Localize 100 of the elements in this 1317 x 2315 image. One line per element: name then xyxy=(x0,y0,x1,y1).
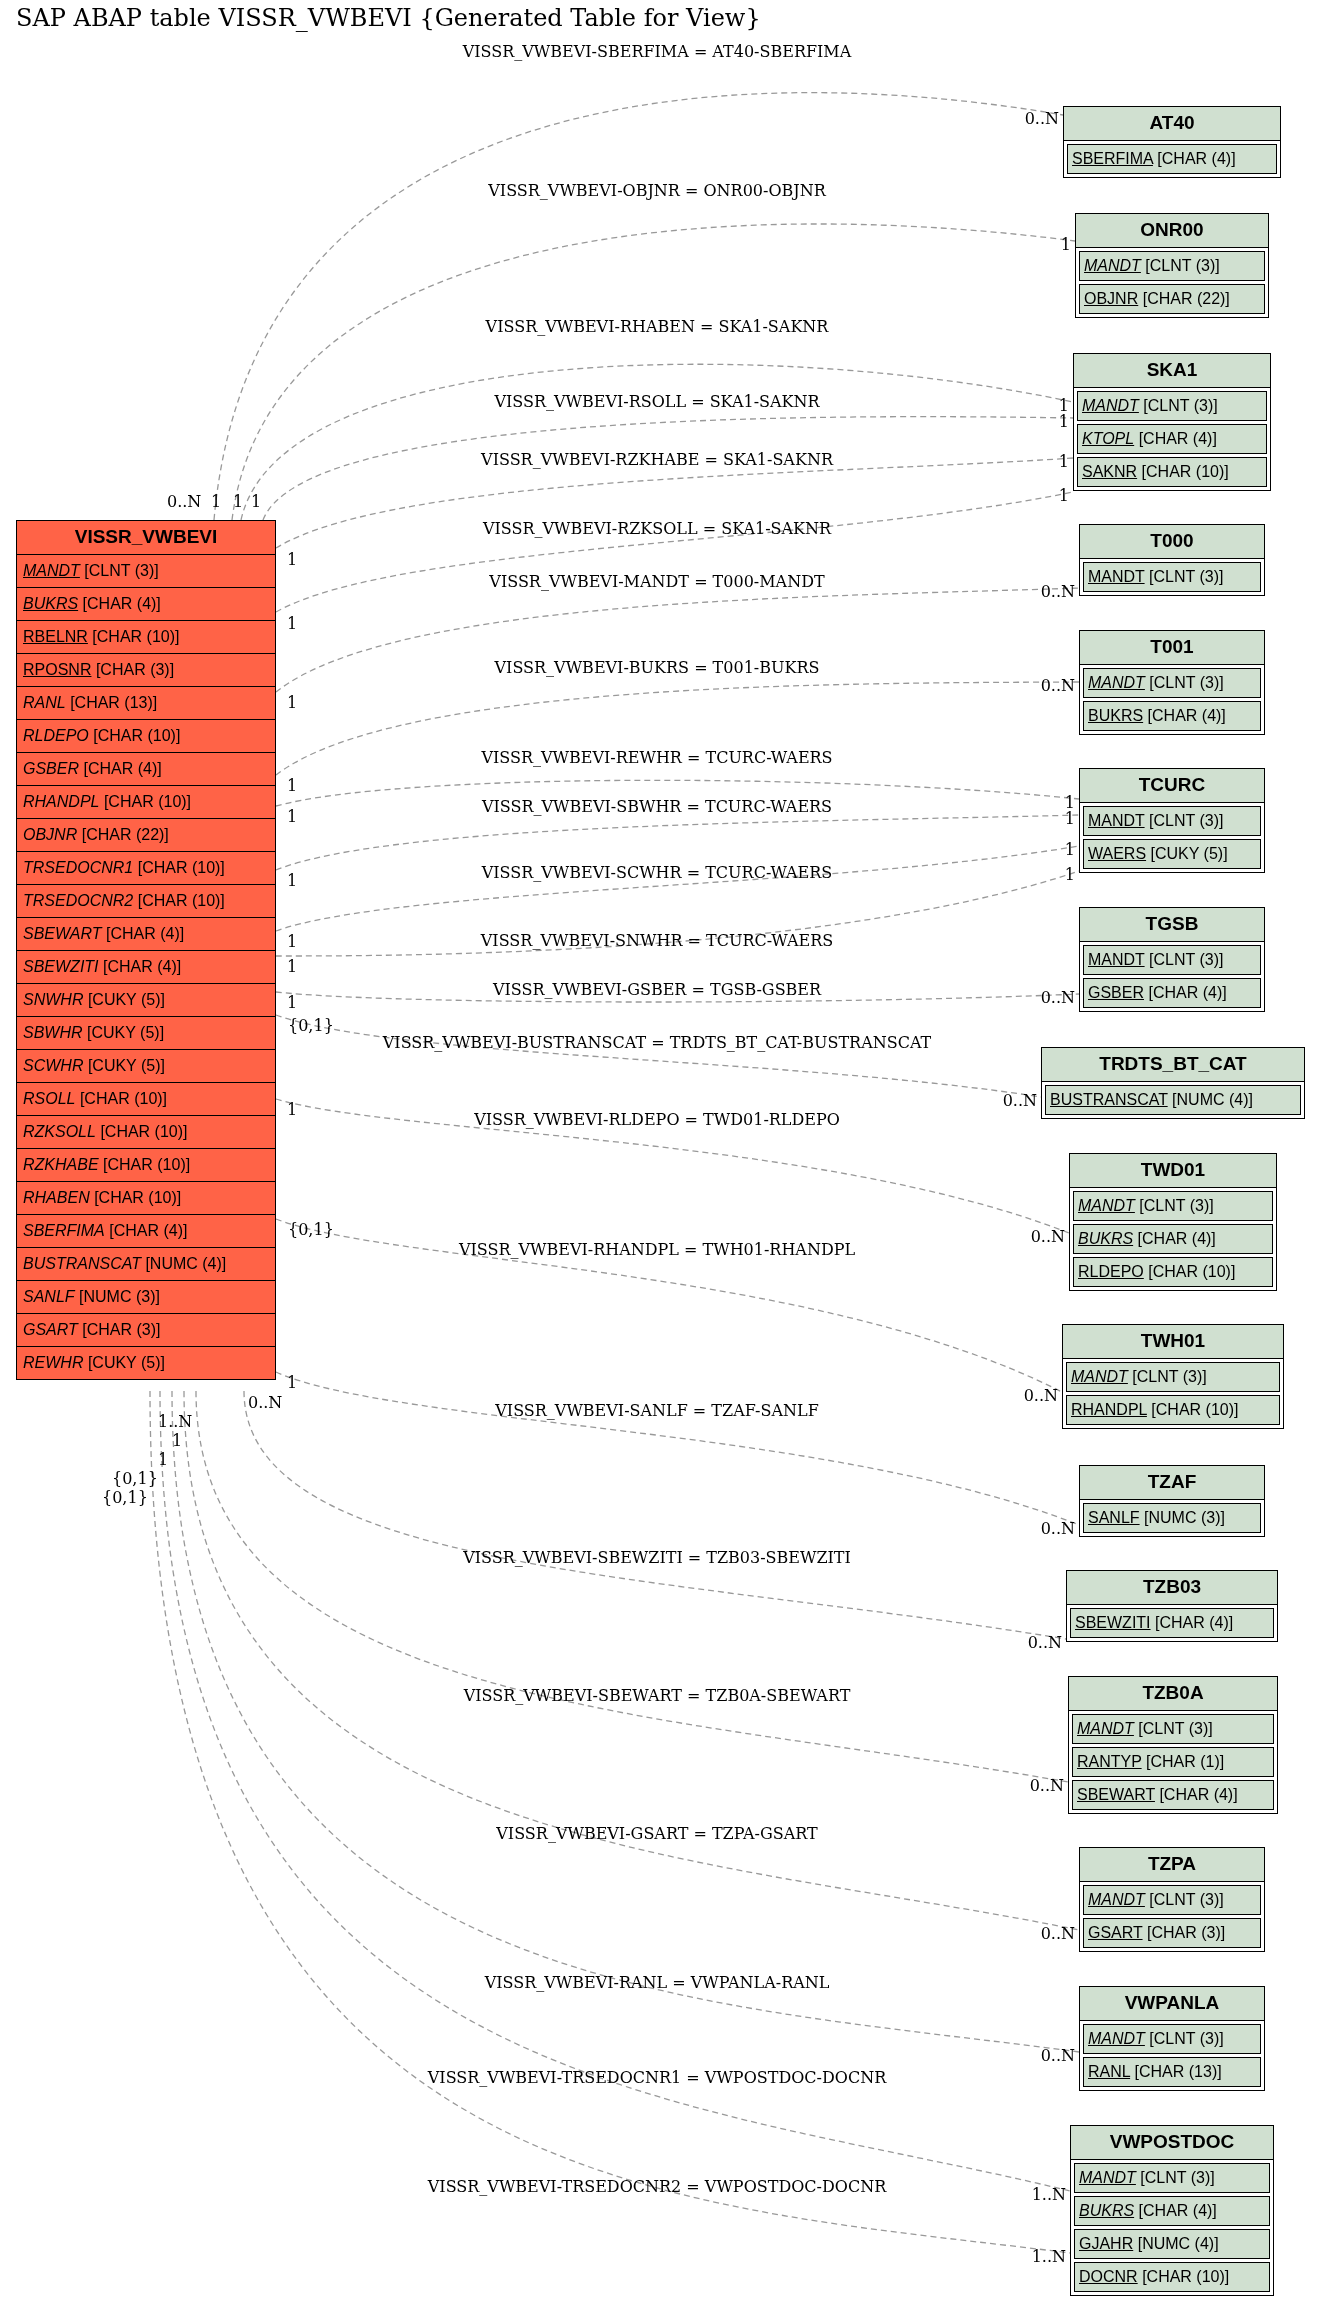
table-field: MANDT [CLNT (3)] xyxy=(1072,1714,1274,1744)
table-field: RHANDPL [CHAR (10)] xyxy=(1066,1395,1280,1425)
cardinality-label: 1 xyxy=(1060,235,1071,254)
table-field: MANDT [CLNT (3)] xyxy=(1073,1191,1273,1221)
relation-label: VISSR_VWBEVI-RANL = VWPANLA-RANL xyxy=(484,1973,830,1992)
cardinality-label: 1..N xyxy=(158,1412,193,1431)
table-field: RHABEN [CHAR (10)] xyxy=(17,1181,275,1214)
table-field: RANTYP [CHAR (1)] xyxy=(1072,1747,1274,1777)
cardinality-label: 1 xyxy=(287,776,298,795)
relation-label: VISSR_VWBEVI-GSBER = TGSB-GSBER xyxy=(492,980,822,999)
cardinality-label: 0..N xyxy=(1040,676,1075,695)
table-field: RSOLL [CHAR (10)] xyxy=(17,1082,275,1115)
cardinality-label: 1 xyxy=(287,807,298,826)
table-field: OBJNR [CHAR (22)] xyxy=(1079,284,1265,314)
table-header: T001 xyxy=(1080,631,1264,665)
table-field: GSBER [CHAR (4)] xyxy=(17,752,275,785)
cardinality-label: 1 xyxy=(287,550,298,569)
relation-label: VISSR_VWBEVI-BUSTRANSCAT = TRDTS_BT_CAT-BUSTRANSCAT xyxy=(382,1033,932,1052)
table-field: SBEWZITI [CHAR (4)] xyxy=(1070,1608,1274,1638)
relation-label: VISSR_VWBEVI-SANLF = TZAF-SANLF xyxy=(495,1401,819,1420)
table-field: SBEWART [CHAR (4)] xyxy=(17,917,275,950)
table-field: TRSEDOCNR1 [CHAR (10)] xyxy=(17,851,275,884)
relation-label: VISSR_VWBEVI-REWHR = TCURC-WAERS xyxy=(481,748,833,767)
table-field: MANDT [CLNT (3)] xyxy=(1083,668,1261,698)
cardinality-label: 0..N xyxy=(167,492,202,511)
table-field: MANDT [CLNT (3)] xyxy=(1083,2024,1261,2054)
table-field: OBJNR [CHAR (22)] xyxy=(17,818,275,851)
cardinality-label: 1 xyxy=(287,957,298,976)
table-field: RLDEPO [CHAR (10)] xyxy=(17,719,275,752)
relation-label: VISSR_VWBEVI-OBJNR = ONR00-OBJNR xyxy=(488,181,826,200)
cardinality-label: 0..N xyxy=(1040,582,1075,601)
table-field: SANLF [NUMC (3)] xyxy=(17,1280,275,1313)
table-field: BUSTRANSCAT [NUMC (4)] xyxy=(17,1247,275,1280)
table-header: TRDTS_BT_CAT xyxy=(1042,1048,1304,1082)
relation-label: VISSR_VWBEVI-SBEWART = TZB0A-SBEWART xyxy=(463,1686,851,1705)
cardinality-label: {0,1} xyxy=(288,1016,334,1035)
cardinality-label: 0..N xyxy=(1040,1924,1075,1943)
relation-label: VISSR_VWBEVI-RLDEPO = TWD01-RLDEPO xyxy=(474,1110,840,1129)
table-field: RANL [CHAR (13)] xyxy=(1083,2057,1261,2087)
table-header: VWPOSTDOC xyxy=(1071,2126,1273,2160)
table-field: GSART [CHAR (3)] xyxy=(17,1313,275,1346)
table-field: MANDT [CLNT (3)] xyxy=(1083,806,1261,836)
relation-label: VISSR_VWBEVI-SNWHR = TCURC-WAERS xyxy=(480,931,834,950)
table-header: ONR00 xyxy=(1076,214,1268,248)
cardinality-label: 1 xyxy=(251,492,262,511)
table-field: MANDT [CLNT (3)] xyxy=(1079,251,1265,281)
cardinality-label: {0,1} xyxy=(112,1469,158,1488)
table-field: SBERFIMA [CHAR (4)] xyxy=(1067,144,1277,174)
cardinality-label: 1 xyxy=(287,614,298,633)
cardinality-label: 0..N xyxy=(1040,1519,1075,1538)
table-field: RZKHABE [CHAR (10)] xyxy=(17,1148,275,1181)
table-field: RHANDPL [CHAR (10)] xyxy=(17,785,275,818)
table-header: TCURC xyxy=(1080,769,1264,803)
table-field: GSBER [CHAR (4)] xyxy=(1083,978,1261,1008)
cardinality-label: 1 xyxy=(1064,840,1075,859)
cardinality-label: 1..N xyxy=(1031,2247,1066,2266)
table-field: GSART [CHAR (3)] xyxy=(1083,1918,1261,1948)
cardinality-label: 1 xyxy=(1058,396,1069,415)
cardinality-label: 1 xyxy=(1058,452,1069,471)
table-field: WAERS [CUKY (5)] xyxy=(1083,839,1261,869)
cardinality-label: 1 xyxy=(287,932,298,951)
table-header: SKA1 xyxy=(1074,354,1270,388)
cardinality-label: 0..N xyxy=(1024,109,1059,128)
relation-label: VISSR_VWBEVI-SBERFIMA = AT40-SBERFIMA xyxy=(462,42,852,61)
relation-label: VISSR_VWBEVI-RHABEN = SKA1-SAKNR xyxy=(485,317,829,336)
cardinality-label: 0..N xyxy=(1029,1776,1064,1795)
table-field: MANDT [CLNT (3)] xyxy=(1083,945,1261,975)
table-header: VISSR_VWBEVI xyxy=(17,521,275,554)
table-field: BUKRS [CHAR (4)] xyxy=(17,587,275,620)
table-header: TZAF xyxy=(1080,1466,1264,1500)
table-field: KTOPL [CHAR (4)] xyxy=(1077,424,1267,454)
table-header: TGSB xyxy=(1080,908,1264,942)
table-field: SBERFIMA [CHAR (4)] xyxy=(17,1214,275,1247)
cardinality-label: 1 xyxy=(172,1431,183,1450)
cardinality-label: 0..N xyxy=(1027,1633,1062,1652)
cardinality-label: 1 xyxy=(158,1450,169,1469)
relation-label: VISSR_VWBEVI-SBWHR = TCURC-WAERS xyxy=(481,797,833,816)
table-field: RBELNR [CHAR (10)] xyxy=(17,620,275,653)
table-field: SCWHR [CUKY (5)] xyxy=(17,1049,275,1082)
cardinality-label: 1 xyxy=(1058,486,1069,505)
relation-label: VISSR_VWBEVI-RZKSOLL = SKA1-SAKNR xyxy=(482,519,832,538)
cardinality-label: 1 xyxy=(287,693,298,712)
table-field: SBEWZITI [CHAR (4)] xyxy=(17,950,275,983)
page-title: SAP ABAP table VISSR_VWBEVI {Generated Table for View} xyxy=(16,4,761,32)
table-field: MANDT [CLNT (3)] xyxy=(1077,391,1267,421)
table-field: TRSEDOCNR2 [CHAR (10)] xyxy=(17,884,275,917)
relation-label: VISSR_VWBEVI-BUKRS = T001-BUKRS xyxy=(494,658,820,677)
table-field: BUKRS [CHAR (4)] xyxy=(1073,1224,1273,1254)
table-header: AT40 xyxy=(1064,107,1280,141)
table-field: RLDEPO [CHAR (10)] xyxy=(1073,1257,1273,1287)
cardinality-label: 1..N xyxy=(1031,2185,1066,2204)
relation-label: VISSR_VWBEVI-TRSEDOCNR2 = VWPOSTDOC-DOCNR xyxy=(427,2177,887,2196)
cardinality-label: 1 xyxy=(287,1373,298,1392)
table-header: T000 xyxy=(1080,525,1264,559)
table-field: BUKRS [CHAR (4)] xyxy=(1083,701,1261,731)
cardinality-label: {0,1} xyxy=(102,1488,148,1507)
relation-label: VISSR_VWBEVI-SCWHR = TCURC-WAERS xyxy=(481,863,833,882)
table-field: BUSTRANSCAT [NUMC (4)] xyxy=(1045,1085,1301,1115)
cardinality-label: 0..N xyxy=(1002,1091,1037,1110)
cardinality-label: 0..N xyxy=(1030,1227,1065,1246)
